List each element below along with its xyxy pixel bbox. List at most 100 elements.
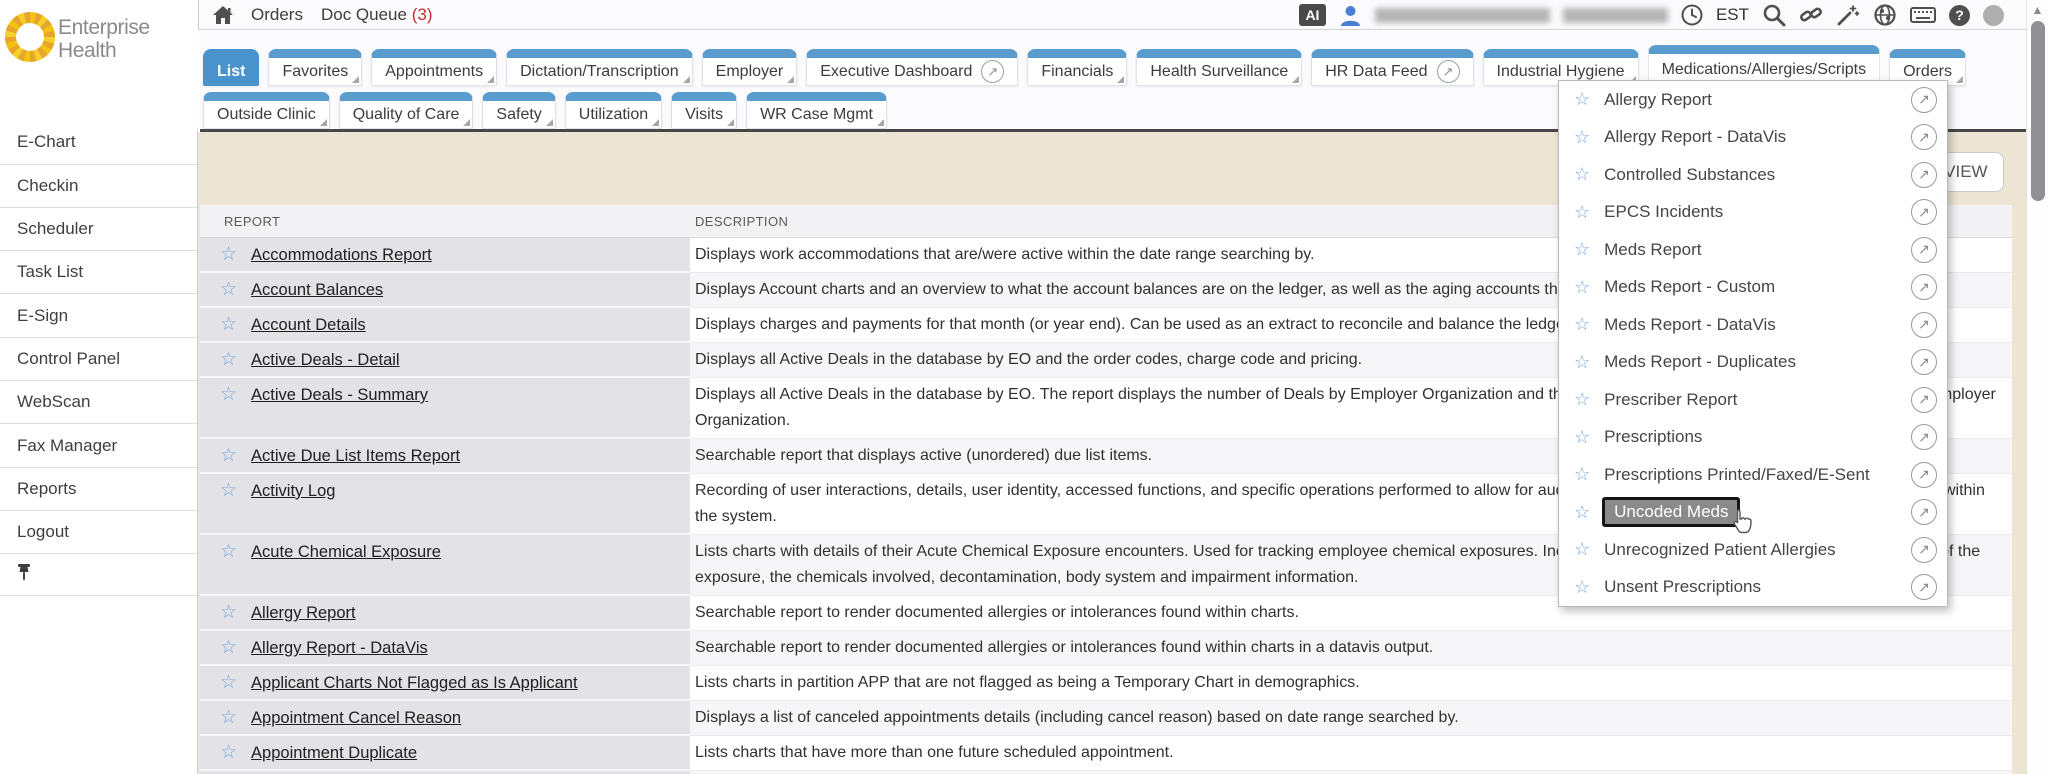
breadcrumb-doc-queue[interactable]: Doc Queue (3) bbox=[321, 5, 433, 25]
home-icon[interactable] bbox=[213, 6, 233, 24]
open-in-new-window-icon[interactable]: ↗ bbox=[1911, 87, 1937, 113]
menu-item-allergy-report-datavis[interactable]: ☆Allergy Report - DataVis↗ bbox=[1559, 119, 1947, 157]
favorite-star-icon[interactable]: ☆ bbox=[220, 478, 237, 504]
favorite-star-icon[interactable]: ☆ bbox=[1574, 539, 1590, 560]
avatar[interactable] bbox=[1983, 5, 2004, 26]
breadcrumb-orders[interactable]: Orders bbox=[251, 5, 303, 25]
clock-icon[interactable] bbox=[1681, 4, 1703, 26]
favorite-star-icon[interactable]: ☆ bbox=[220, 740, 237, 766]
report-link-acute-chemical-exposure[interactable]: Acute Chemical Exposure bbox=[251, 539, 441, 565]
favorite-star-icon[interactable]: ☆ bbox=[1574, 464, 1590, 485]
search-icon[interactable] bbox=[1762, 3, 1786, 27]
menu-item-meds-report[interactable]: ☆Meds Report↗ bbox=[1559, 231, 1947, 269]
report-link-active-deals-detail[interactable]: Active Deals - Detail bbox=[251, 347, 400, 373]
menu-item-prescriptions[interactable]: ☆Prescriptions↗ bbox=[1559, 419, 1947, 457]
favorite-star-icon[interactable]: ☆ bbox=[220, 635, 237, 661]
sidebar-item-checkin[interactable]: Checkin bbox=[0, 165, 197, 208]
tab-favorites[interactable]: Favorites bbox=[268, 49, 362, 86]
ai-badge[interactable]: AI bbox=[1299, 4, 1326, 26]
menu-item-meds-report-custom[interactable]: ☆Meds Report - Custom↗ bbox=[1559, 269, 1947, 307]
tab-financials[interactable]: Financials bbox=[1027, 49, 1127, 86]
menu-item-meds-report-duplicates[interactable]: ☆Meds Report - Duplicates↗ bbox=[1559, 344, 1947, 382]
report-link-appointment-cancel-reason[interactable]: Appointment Cancel Reason bbox=[251, 705, 461, 731]
report-link-active-due-list-items-report[interactable]: Active Due List Items Report bbox=[251, 443, 460, 469]
scroll-up-arrow[interactable]: ▲ bbox=[2027, 3, 2048, 17]
favorite-star-icon[interactable]: ☆ bbox=[1574, 352, 1590, 373]
user-icon[interactable] bbox=[1339, 4, 1362, 27]
open-in-new-window-icon[interactable]: ↗ bbox=[1911, 237, 1937, 263]
favorite-star-icon[interactable]: ☆ bbox=[1574, 577, 1590, 598]
open-in-new-window-icon[interactable]: ↗ bbox=[1911, 124, 1937, 150]
scrollbar-thumb[interactable] bbox=[2031, 21, 2045, 201]
favorite-star-icon[interactable]: ☆ bbox=[220, 277, 237, 303]
tab-health-surveillance[interactable]: Health Surveillance bbox=[1136, 49, 1302, 86]
favorite-star-icon[interactable]: ☆ bbox=[1574, 389, 1590, 410]
report-link-accommodations-report[interactable]: Accommodations Report bbox=[251, 242, 432, 268]
favorite-star-icon[interactable]: ☆ bbox=[1574, 314, 1590, 335]
open-in-new-window-icon[interactable]: ↗ bbox=[1911, 537, 1937, 563]
tab-utilization[interactable]: Utilization bbox=[565, 92, 662, 129]
open-in-new-window-icon[interactable]: ↗ bbox=[1911, 312, 1937, 338]
favorite-star-icon[interactable]: ☆ bbox=[220, 539, 237, 565]
open-in-new-window-icon[interactable]: ↗ bbox=[1911, 499, 1937, 525]
link-icon[interactable] bbox=[1799, 3, 1823, 27]
favorite-star-icon[interactable]: ☆ bbox=[220, 443, 237, 469]
report-link-account-balances[interactable]: Account Balances bbox=[251, 277, 383, 303]
report-link-appointment-duplicate[interactable]: Appointment Duplicate bbox=[251, 740, 417, 766]
menu-item-prescriber-report[interactable]: ☆Prescriber Report↗ bbox=[1559, 381, 1947, 419]
open-in-new-window-icon[interactable]: ↗ bbox=[1911, 462, 1937, 488]
sidebar-item-control-panel[interactable]: Control Panel bbox=[0, 338, 197, 381]
favorite-star-icon[interactable]: ☆ bbox=[1574, 202, 1590, 223]
favorite-star-icon[interactable]: ☆ bbox=[1574, 164, 1590, 185]
sidebar-item-fax-manager[interactable]: Fax Manager bbox=[0, 424, 197, 467]
menu-item-meds-report-datavis[interactable]: ☆Meds Report - DataVis↗ bbox=[1559, 306, 1947, 344]
tab-hr-data-feed[interactable]: HR Data Feed↗ bbox=[1311, 49, 1473, 86]
favorite-star-icon[interactable]: ☆ bbox=[220, 242, 237, 268]
sidebar-item-reports[interactable]: Reports bbox=[0, 468, 197, 511]
open-in-new-window-icon[interactable]: ↗ bbox=[1911, 574, 1937, 600]
open-in-new-window-icon[interactable]: ↗ bbox=[1911, 274, 1937, 300]
favorite-star-icon[interactable]: ☆ bbox=[220, 382, 237, 408]
report-link-account-details[interactable]: Account Details bbox=[251, 312, 366, 338]
menu-item-unrecognized-patient-allergies[interactable]: ☆Unrecognized Patient Allergies↗ bbox=[1559, 531, 1947, 569]
favorite-star-icon[interactable]: ☆ bbox=[220, 705, 237, 731]
sidebar-item-scheduler[interactable]: Scheduler bbox=[0, 208, 197, 251]
tab-visits[interactable]: Visits bbox=[671, 92, 737, 129]
menu-item-epcs-incidents[interactable]: ☆EPCS Incidents↗ bbox=[1559, 194, 1947, 232]
wand-icon[interactable] bbox=[1836, 3, 1860, 27]
sidebar-item-logout[interactable]: Logout bbox=[0, 511, 197, 554]
favorite-star-icon[interactable]: ☆ bbox=[1574, 127, 1590, 148]
open-in-new-window-icon[interactable]: ↗ bbox=[1911, 162, 1937, 188]
sidebar-item-task-list[interactable]: Task List bbox=[0, 251, 197, 294]
open-in-new-window-icon[interactable]: ↗ bbox=[1911, 349, 1937, 375]
tab-appointments[interactable]: Appointments bbox=[371, 49, 497, 86]
favorite-star-icon[interactable]: ☆ bbox=[1574, 239, 1590, 260]
tab-safety[interactable]: Safety bbox=[482, 92, 555, 129]
report-link-applicant-charts-not-flagged-as-is-applicant[interactable]: Applicant Charts Not Flagged as Is Appli… bbox=[251, 670, 578, 696]
favorite-star-icon[interactable]: ☆ bbox=[1574, 89, 1590, 110]
favorite-star-icon[interactable]: ☆ bbox=[1574, 277, 1590, 298]
help-icon[interactable]: ? bbox=[1949, 5, 1970, 26]
sidebar-pin-toggle[interactable] bbox=[0, 554, 197, 596]
tab-employer[interactable]: Employer bbox=[702, 49, 798, 86]
menu-item-unsent-prescriptions[interactable]: ☆Unsent Prescriptions↗ bbox=[1559, 569, 1947, 607]
report-link-activity-log[interactable]: Activity Log bbox=[251, 478, 335, 504]
menu-item-allergy-report[interactable]: ☆Allergy Report↗ bbox=[1559, 81, 1947, 119]
tab-dictation-transcription[interactable]: Dictation/Transcription bbox=[506, 49, 693, 86]
favorite-star-icon[interactable]: ☆ bbox=[220, 347, 237, 373]
tab-executive-dashboard[interactable]: Executive Dashboard↗ bbox=[806, 49, 1018, 86]
open-in-new-window-icon[interactable]: ↗ bbox=[1911, 199, 1937, 225]
sidebar-item-e-sign[interactable]: E-Sign bbox=[0, 294, 197, 337]
globe-icon[interactable] bbox=[1873, 3, 1897, 27]
favorite-star-icon[interactable]: ☆ bbox=[220, 600, 237, 626]
menu-item-uncoded-meds[interactable]: ☆Uncoded Meds↗ bbox=[1559, 494, 1947, 532]
vertical-scrollbar[interactable]: ▲ bbox=[2026, 0, 2048, 774]
tab-outside-clinic[interactable]: Outside Clinic bbox=[203, 92, 330, 129]
report-link-allergy-report[interactable]: Allergy Report bbox=[251, 600, 356, 626]
open-in-new-window-icon[interactable]: ↗ bbox=[1911, 424, 1937, 450]
tab-wr-case-mgmt[interactable]: WR Case Mgmt bbox=[746, 92, 887, 129]
menu-item-prescriptions-printed-faxed-e-sent[interactable]: ☆Prescriptions Printed/Faxed/E-Sent↗ bbox=[1559, 456, 1947, 494]
favorite-star-icon[interactable]: ☆ bbox=[220, 670, 237, 696]
favorite-star-icon[interactable]: ☆ bbox=[1574, 502, 1590, 523]
report-link-active-deals-summary[interactable]: Active Deals - Summary bbox=[251, 382, 428, 408]
